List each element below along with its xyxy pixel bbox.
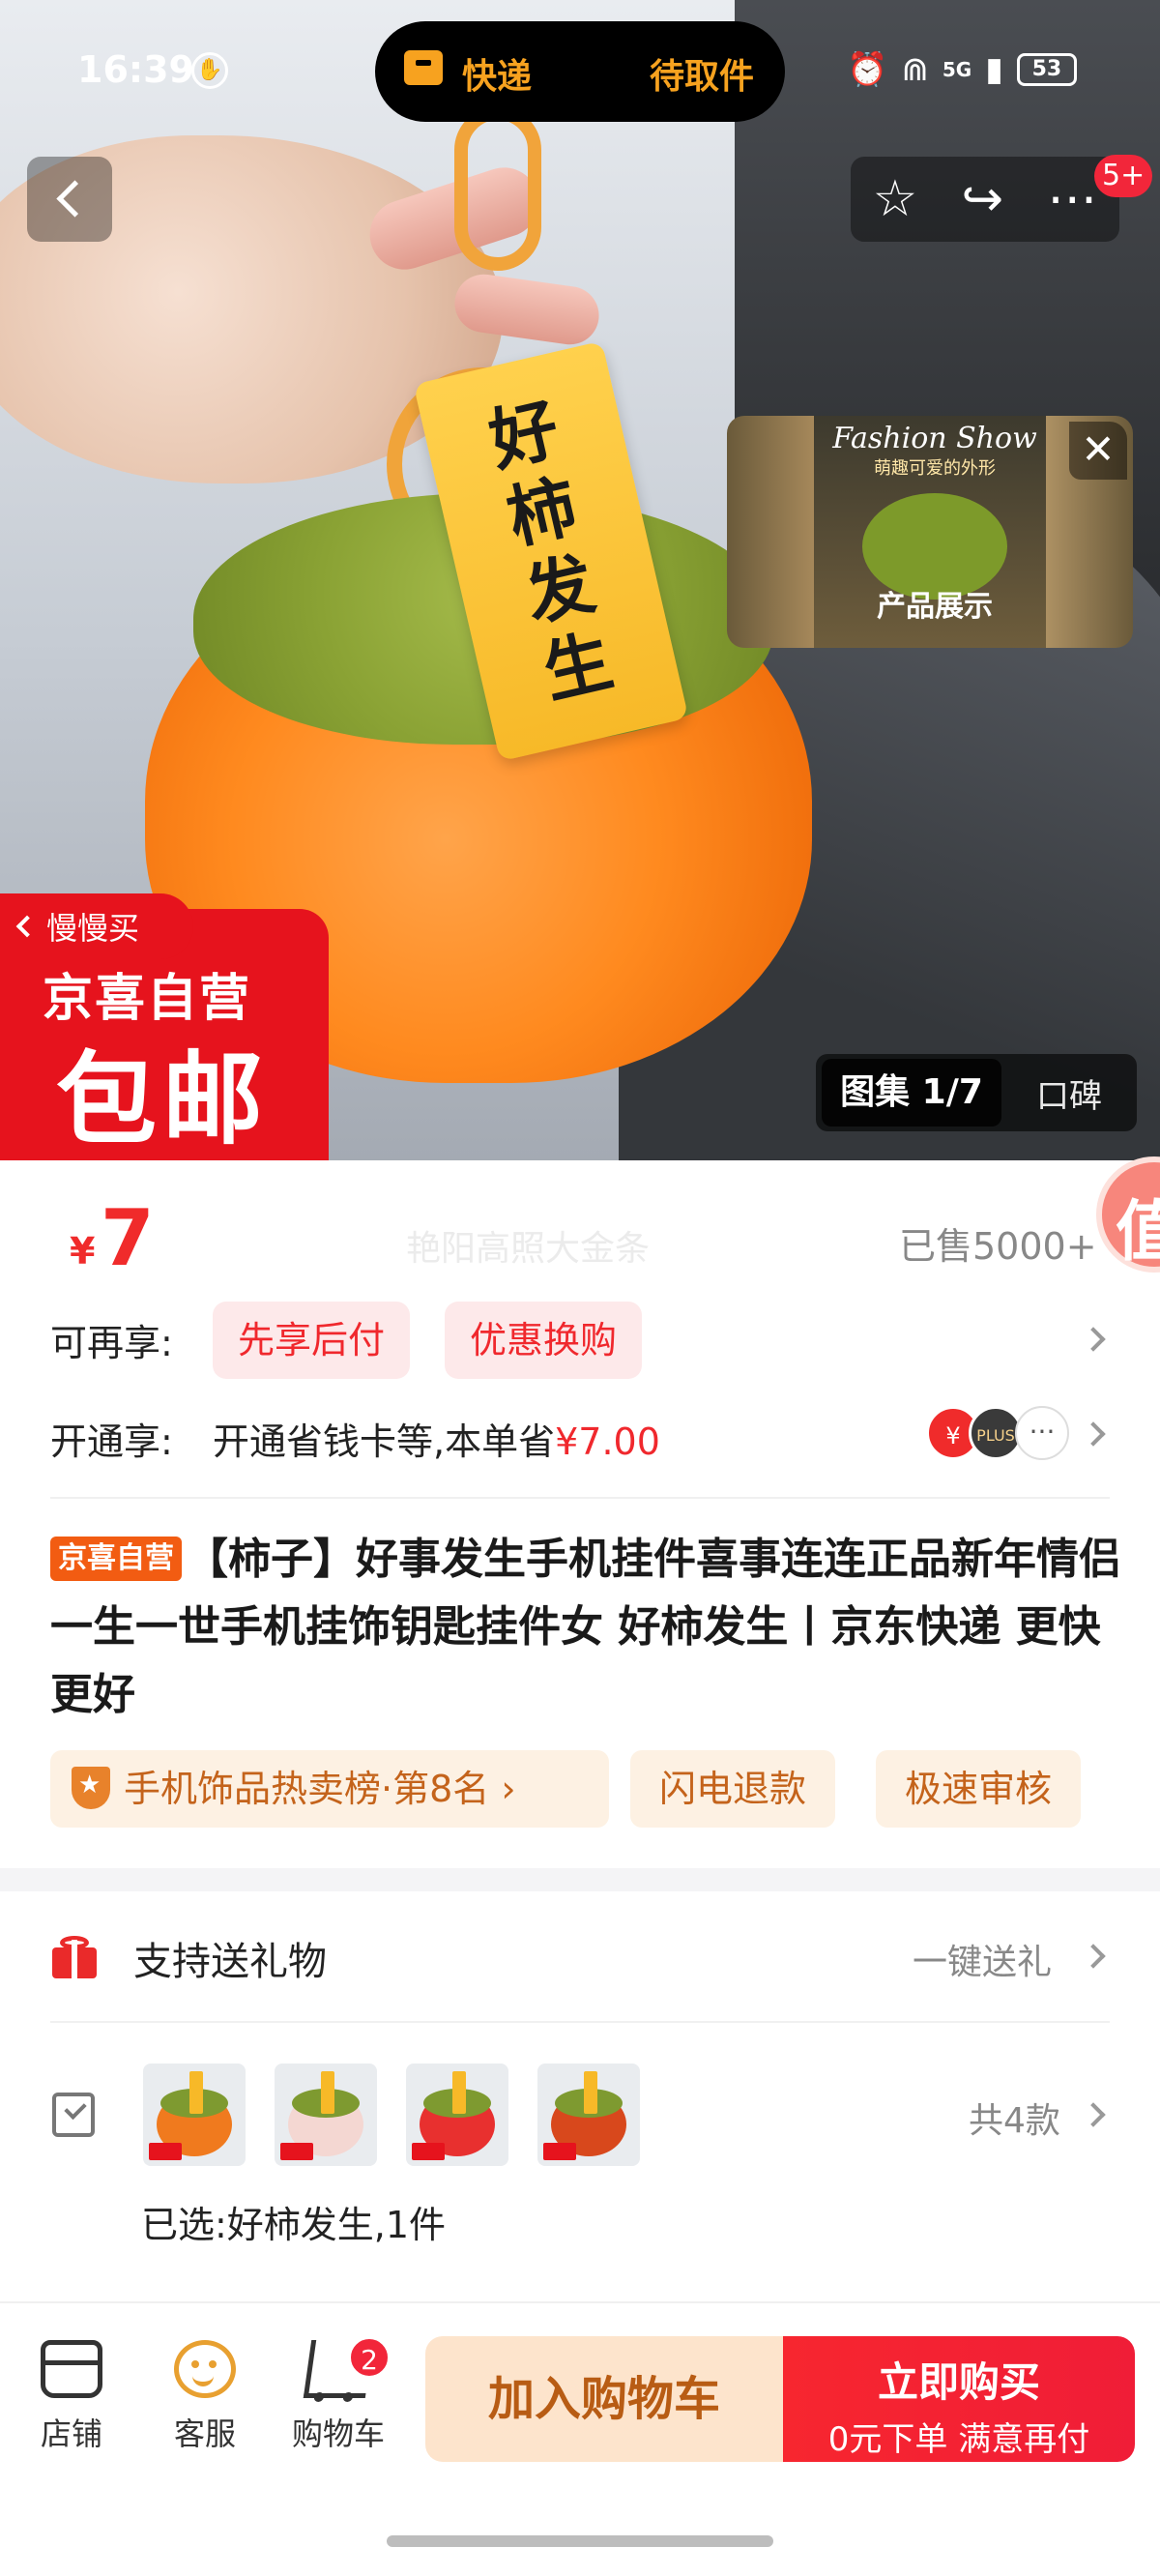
share-icon[interactable]: ↪: [962, 157, 1004, 242]
sold-count: 已售5000+: [899, 1225, 1097, 1268]
add-to-cart-button[interactable]: 加入购物车: [425, 2336, 783, 2462]
membership-label: 开通享:: [50, 1420, 173, 1463]
favorite-star-icon[interactable]: ☆: [873, 157, 918, 242]
store-icon: [41, 2340, 102, 2398]
home-indicator[interactable]: [387, 2535, 773, 2547]
close-video-button[interactable]: ✕: [1069, 422, 1127, 480]
tab-gallery[interactable]: 图集 1/7: [822, 1059, 1001, 1127]
customer-service-button[interactable]: 客服: [147, 2340, 263, 2454]
chevron-right-icon[interactable]: [1081, 1944, 1106, 1969]
fast-review-chip[interactable]: 极速审核: [876, 1750, 1082, 1828]
store-label: 店铺: [40, 2415, 102, 2452]
tag-char: 生: [536, 620, 620, 714]
divider: [50, 1497, 1110, 1499]
gallery-switcher: 图集 1/7 口碑: [816, 1054, 1137, 1131]
product-title-text: 【柿子】好事发生手机挂件喜事连连正品新年情侣一生一世手机挂饰钥匙挂件女 好柿发生…: [50, 1535, 1121, 1719]
fast-refund-chip[interactable]: 闪电退款: [630, 1750, 836, 1828]
selection-check-icon: [52, 2093, 95, 2137]
price-value: 7: [101, 1193, 155, 1283]
pay-later-chip[interactable]: 先享后付: [213, 1302, 411, 1379]
section-gap: [0, 1868, 1160, 1891]
more-dots-icon: ···: [1015, 1406, 1069, 1460]
island-pickup-label: 待取件: [650, 57, 755, 97]
store-button[interactable]: 店铺: [14, 2340, 130, 2454]
membership-saving: ¥7.00: [555, 1420, 660, 1463]
buy-now-button[interactable]: 立即购买 0元下单 满意再付: [783, 2336, 1135, 2462]
keychain-clip: [454, 106, 541, 271]
chevron-right-icon: ›: [489, 1768, 516, 1810]
gift-icon: [52, 1936, 97, 1978]
divider: [50, 2021, 1110, 2023]
promo-free-shipping: 包邮: [56, 1040, 270, 1158]
customer-service-icon: [174, 2340, 236, 2398]
variant-thumb[interactable]: [537, 2064, 640, 2166]
rank-chip[interactable]: 手机饰品热卖榜·第8名 ›: [50, 1750, 609, 1828]
variant-thumb[interactable]: [406, 2064, 508, 2166]
notification-badge: 5+: [1094, 155, 1153, 197]
exchange-chip[interactable]: 优惠换购: [445, 1302, 643, 1379]
one-click-gift-link[interactable]: 一键送礼: [913, 1934, 1052, 1984]
buy-now-label: 立即购买: [877, 2358, 1040, 2406]
gesture-icon: ✋: [191, 52, 228, 89]
status-time: 16:39: [77, 48, 194, 91]
chevron-right-icon[interactable]: [1081, 1327, 1106, 1352]
membership-prefix: 开通省钱卡等,本单省: [213, 1420, 556, 1463]
slow-buy-label: 慢慢买: [46, 910, 140, 947]
variant-thumb[interactable]: [275, 2064, 377, 2166]
video-subtitle: 萌趣可爱的外形: [874, 458, 996, 479]
back-button[interactable]: [27, 157, 112, 242]
membership-text[interactable]: 开通省钱卡等,本单省¥7.00: [213, 1412, 660, 1465]
gift-support-text: 支持送礼物: [133, 1940, 327, 1984]
network-label: 5G: [942, 58, 972, 81]
tab-reviews[interactable]: 口碑: [1001, 1069, 1137, 1117]
self-operated-tag: 京喜自营: [50, 1537, 182, 1581]
benefits-label: 可再享:: [50, 1322, 173, 1364]
video-label: 产品展示: [877, 590, 993, 624]
product-title: 京喜自营 【柿子】好事发生手机挂件喜事连连正品新年情侣一生一世手机挂饰钥匙挂件女 …: [50, 1526, 1123, 1729]
signal-icon: ▮: [985, 50, 1003, 89]
wifi-icon: ⋒: [901, 50, 929, 89]
video-title: Fashion Show: [832, 422, 1037, 455]
shield-icon: [72, 1767, 110, 1809]
chevron-left-icon: [15, 915, 39, 938]
chevron-right-icon[interactable]: [1081, 1421, 1106, 1447]
chevron-right-icon[interactable]: [1081, 2102, 1106, 2127]
top-action-group: ☆ ↪ ⋯: [851, 157, 1119, 242]
variants-total[interactable]: 共4款: [969, 2093, 1060, 2143]
battery-icon: 53: [1016, 53, 1077, 86]
price-currency: ¥: [70, 1230, 96, 1273]
variant-thumb[interactable]: [143, 2064, 246, 2166]
customer-service-label: 客服: [173, 2415, 236, 2452]
package-icon: [404, 50, 443, 85]
rank-text: 手机饰品热卖榜·第8名: [124, 1768, 490, 1810]
buy-now-sublabel: 0元下单 满意再付: [827, 2420, 1090, 2459]
cart-label: 购物车: [291, 2415, 385, 2452]
cart-count-badge: 2: [348, 2336, 391, 2379]
value-badge-text: 值: [1116, 1194, 1160, 1271]
selected-variant-text: 已选:好柿发生,1件: [141, 2204, 447, 2246]
ghost-text: 艳阳高照大金条: [406, 1229, 651, 1269]
status-icons: ⏰ ⋒ 5G ▮ 53: [847, 50, 1077, 89]
island-delivery-label: 快递: [462, 57, 533, 97]
membership-icons: ¥ PLUS ···: [926, 1406, 1069, 1460]
alarm-icon: ⏰: [847, 50, 888, 89]
value-badge[interactable]: 值: [1096, 1156, 1160, 1273]
slow-buy-button[interactable]: 慢慢买: [0, 893, 193, 959]
more-icon[interactable]: ⋯: [1047, 157, 1097, 242]
